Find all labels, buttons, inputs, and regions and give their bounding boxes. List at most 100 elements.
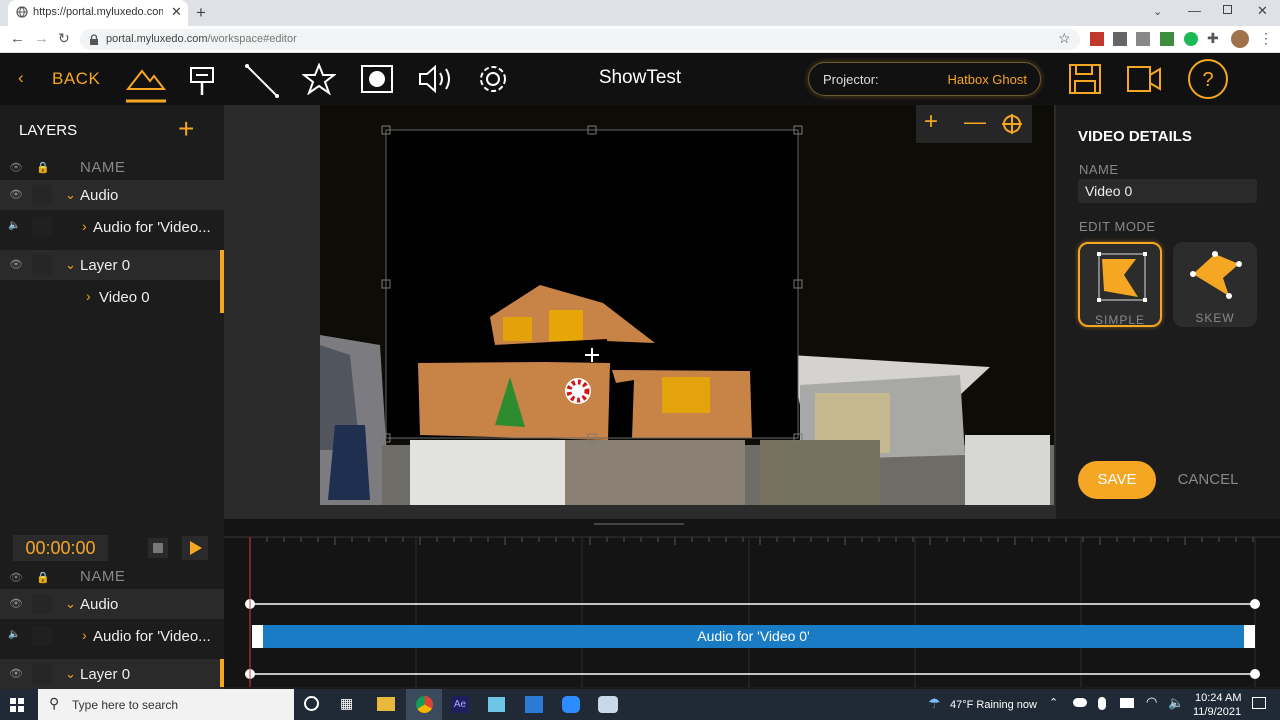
zoom-in-icon[interactable]: +: [924, 109, 938, 135]
task-view-icon[interactable]: ▦: [340, 695, 353, 712]
url-field[interactable]: portal.myluxedo.com/workspace#editor ☆: [80, 29, 1080, 50]
name-column-header: NAME: [80, 568, 126, 585]
layer-label: Audio: [80, 187, 119, 204]
lock-toggle[interactable]: [32, 185, 52, 205]
eye-icon[interactable]: 👁: [9, 258, 23, 271]
timecode-display: 00:00:00: [13, 535, 108, 561]
battery-icon[interactable]: [1120, 698, 1134, 708]
windows-start-icon[interactable]: [10, 698, 24, 712]
stop-button[interactable]: [148, 538, 168, 558]
timeline-row-audio-child[interactable]: 🔈 › Audio for 'Video...: [0, 621, 224, 651]
clock-time[interactable]: 10:24 AM: [1195, 692, 1241, 704]
timeline-panel: 00:00:00 👁 🔒 NAME 👁 ⌄ Audio 🔈 › Audio fo…: [0, 519, 1280, 689]
tray-chevron-icon[interactable]: ⌃: [1049, 696, 1058, 709]
maximize-icon[interactable]: [1223, 5, 1232, 14]
chevron-down-icon[interactable]: ⌄: [65, 666, 76, 682]
lock-toggle[interactable]: [32, 255, 52, 275]
text-tool-icon[interactable]: [188, 65, 218, 97]
visibility-header-icon: 👁: [9, 162, 23, 174]
extension-icon[interactable]: [1136, 32, 1150, 46]
timeline-row-layer0[interactable]: 👁 ⌄ Layer 0: [0, 659, 224, 689]
camera-icon[interactable]: [1126, 65, 1162, 93]
forward-nav-icon[interactable]: →: [34, 30, 49, 47]
add-layer-icon[interactable]: +: [178, 115, 194, 143]
layer-row-layer0[interactable]: 👁 ⌄ Layer 0: [0, 250, 224, 280]
layer-row-audio[interactable]: 👁 ⌄ Audio: [0, 180, 224, 210]
extension-icon[interactable]: [1184, 32, 1198, 46]
video-details-panel: VIDEO DETAILS NAME EDIT MODE SIMPLE SKEW…: [1056, 105, 1280, 519]
zoom-app-icon[interactable]: [562, 696, 580, 713]
cortana-icon[interactable]: [304, 696, 319, 711]
projector-selector[interactable]: Projector: Hatbox Ghost: [808, 62, 1041, 96]
back-nav-icon[interactable]: ←: [10, 30, 25, 47]
taskbar: ⚲ Type here to search ▦ Ae ☂ 47°F Rainin…: [0, 689, 1280, 720]
chevron-right-icon[interactable]: ›: [86, 288, 91, 304]
clip-handle-left[interactable]: [252, 625, 263, 648]
house-scene-image: [320, 105, 1054, 505]
lock-toggle[interactable]: [32, 217, 52, 237]
lock-toggle[interactable]: [32, 594, 52, 614]
save-icon[interactable]: [1068, 63, 1102, 95]
audio-clip[interactable]: Audio for 'Video 0': [252, 625, 1255, 648]
chrome-taskbar-item[interactable]: [406, 689, 442, 720]
line-tool-icon[interactable]: [244, 63, 280, 99]
volume-icon[interactable]: 🔈: [1168, 695, 1184, 711]
lock-toggle[interactable]: [32, 626, 52, 646]
chevron-down-icon[interactable]: ⌄: [65, 257, 76, 273]
file-explorer-icon[interactable]: [377, 697, 395, 711]
timeline-row-audio[interactable]: 👁 ⌄ Audio: [0, 589, 224, 619]
snipping-tool-icon[interactable]: [598, 696, 618, 713]
menu-dots-icon[interactable]: ⋮: [1259, 30, 1273, 47]
photos-icon[interactable]: [525, 696, 543, 713]
close-tab-icon[interactable]: ✕: [171, 4, 182, 20]
video-name-input[interactable]: [1078, 179, 1257, 203]
layer-row-audio-child[interactable]: 🔈 › Audio for 'Video...: [0, 212, 224, 242]
close-window-icon[interactable]: ✕: [1257, 3, 1268, 19]
reload-icon[interactable]: ↻: [58, 30, 70, 47]
clock-date[interactable]: 11/9/2021: [1193, 706, 1241, 718]
taskbar-search[interactable]: ⚲ Type here to search: [38, 689, 294, 720]
record-tool-icon[interactable]: [360, 64, 394, 94]
cancel-button[interactable]: CANCEL: [1166, 461, 1250, 499]
weather-text[interactable]: 47°F Raining now: [950, 699, 1037, 711]
bookmark-star-icon[interactable]: ☆: [1058, 30, 1071, 47]
eye-icon[interactable]: 👁: [9, 188, 23, 201]
chevron-right-icon[interactable]: ›: [82, 218, 87, 234]
extensions-puzzle-icon[interactable]: ✚: [1207, 30, 1219, 47]
chevron-down-icon[interactable]: ⌄: [65, 187, 76, 203]
minimize-icon[interactable]: —: [1188, 3, 1201, 18]
settings-icon[interactable]: [477, 63, 509, 95]
after-effects-icon[interactable]: Ae: [451, 696, 469, 713]
eye-icon[interactable]: 👁: [9, 597, 23, 610]
projection-canvas[interactable]: [320, 105, 1054, 505]
tab-search-icon[interactable]: ⌄: [1153, 5, 1162, 18]
chevron-down-icon[interactable]: ⌄: [65, 596, 76, 612]
onedrive-icon[interactable]: [1073, 698, 1087, 707]
clip-handle-right[interactable]: [1244, 625, 1255, 648]
star-tool-icon[interactable]: [302, 63, 336, 95]
extension-icon[interactable]: [1160, 32, 1174, 46]
mode-simple-button[interactable]: SIMPLE: [1078, 242, 1162, 327]
avatar[interactable]: [1231, 30, 1249, 48]
extension-icon[interactable]: [1090, 32, 1104, 46]
layer-row-video0[interactable]: › Video 0: [0, 282, 224, 312]
zoom-out-icon[interactable]: —: [964, 109, 986, 135]
play-button[interactable]: [182, 536, 208, 560]
app-icon[interactable]: [488, 697, 505, 712]
chevron-right-icon[interactable]: ›: [82, 627, 87, 643]
mode-skew-button[interactable]: SKEW: [1173, 242, 1257, 327]
layers-tool-icon[interactable]: [124, 61, 168, 103]
lock-toggle[interactable]: [32, 664, 52, 684]
eye-icon[interactable]: 👁: [9, 667, 23, 680]
audio-tool-icon[interactable]: [417, 64, 455, 94]
name-field-label: NAME: [1079, 162, 1119, 177]
recenter-icon[interactable]: [1002, 114, 1022, 134]
microphone-icon[interactable]: [1098, 697, 1106, 710]
extension-icon[interactable]: [1113, 32, 1127, 46]
help-icon[interactable]: ?: [1187, 58, 1229, 100]
notifications-icon[interactable]: [1252, 697, 1266, 709]
save-button[interactable]: SAVE: [1078, 461, 1156, 499]
new-tab-icon[interactable]: +: [196, 3, 206, 23]
browser-tab[interactable]: https://portal.myluxedo.com/wo ✕: [8, 0, 188, 26]
wifi-icon[interactable]: ◠: [1146, 694, 1157, 710]
